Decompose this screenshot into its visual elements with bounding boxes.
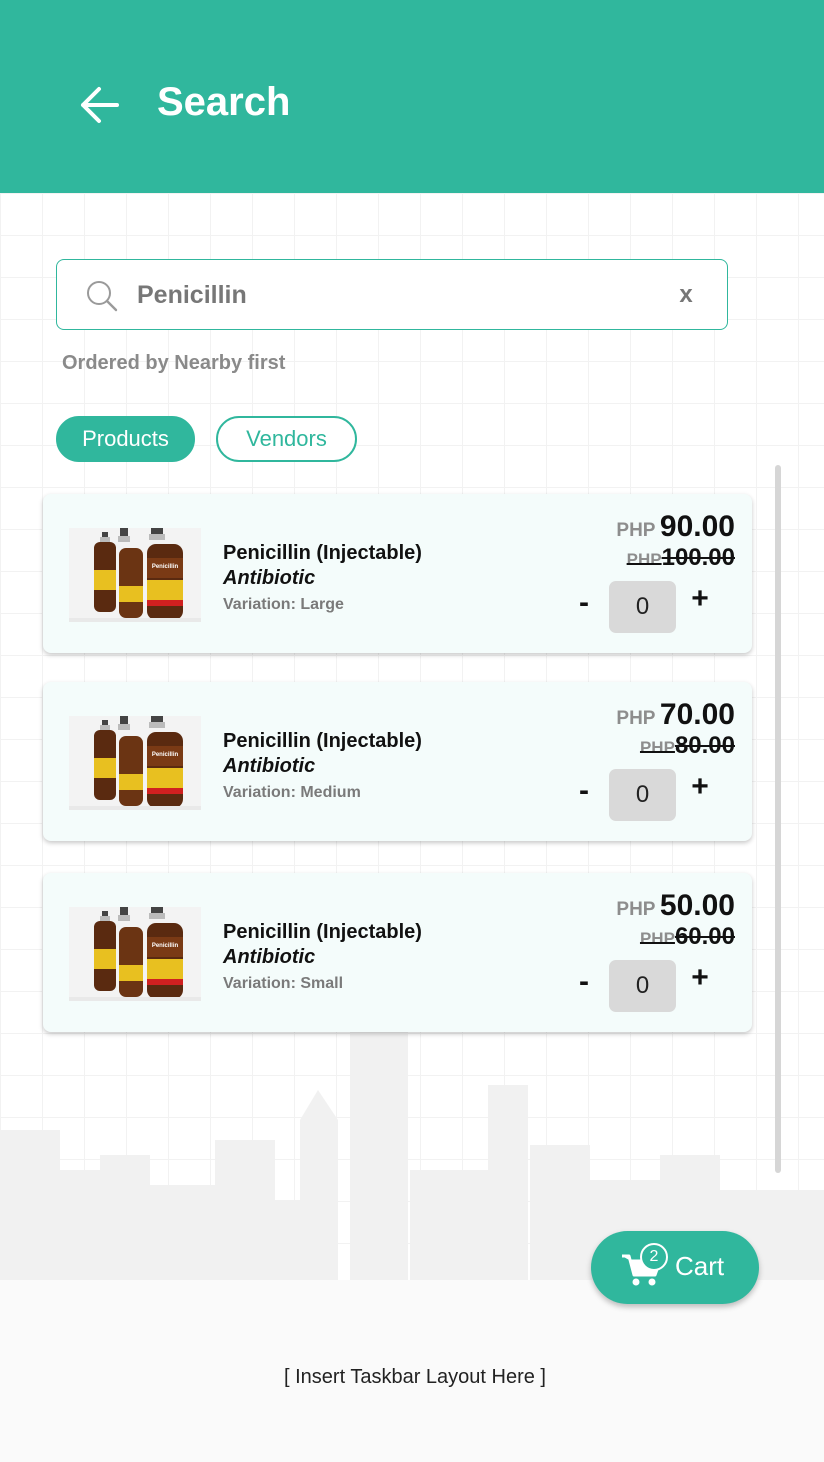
decrease-qty-button[interactable]: - bbox=[571, 967, 597, 1001]
cart-count-badge: 2 bbox=[640, 1243, 668, 1271]
product-card[interactable]: Penicillin Penicillin (Injectable) Antib… bbox=[43, 873, 752, 1032]
product-image: Penicillin bbox=[69, 716, 201, 810]
increase-qty-button[interactable]: + bbox=[686, 963, 714, 997]
product-variation: Variation: Large bbox=[223, 596, 344, 613]
product-category: Antibiotic bbox=[223, 567, 316, 589]
tab-products[interactable]: Products bbox=[56, 416, 195, 462]
page-title: Search bbox=[157, 80, 291, 124]
decrease-qty-button[interactable]: - bbox=[571, 776, 597, 810]
product-image: Penicillin bbox=[69, 528, 201, 622]
search-input[interactable] bbox=[137, 274, 657, 316]
arrow-left-icon bbox=[81, 87, 119, 123]
price-amount: 90.00 bbox=[659, 510, 735, 543]
app-header: Search bbox=[0, 0, 824, 193]
currency-label: PHP bbox=[616, 708, 656, 729]
taskbar-placeholder: [ Insert Taskbar Layout Here ] bbox=[284, 1366, 546, 1388]
scrollbar[interactable] bbox=[775, 465, 781, 1173]
product-category: Antibiotic bbox=[223, 755, 316, 777]
back-button[interactable] bbox=[74, 82, 124, 128]
currency-label: PHP bbox=[626, 550, 662, 569]
product-image: Penicillin bbox=[69, 907, 201, 1001]
quantity-field[interactable]: 0 bbox=[609, 960, 676, 1012]
product-name: Penicillin (Injectable) bbox=[223, 542, 422, 564]
product-name: Penicillin (Injectable) bbox=[223, 921, 422, 943]
original-price: PHP80.00 bbox=[640, 732, 735, 760]
product-card[interactable]: Penicillin Penicillin (Injectable) Antib… bbox=[43, 682, 752, 841]
clear-search-button[interactable]: x bbox=[671, 278, 701, 312]
search-bar: x bbox=[56, 259, 728, 330]
current-price: PHP 70.00 bbox=[616, 698, 735, 732]
decrease-qty-button[interactable]: - bbox=[571, 588, 597, 622]
product-category: Antibiotic bbox=[223, 946, 316, 968]
currency-label: PHP bbox=[639, 929, 675, 948]
currency-label: PHP bbox=[616, 520, 656, 541]
search-icon bbox=[87, 281, 118, 312]
currency-label: PHP bbox=[639, 738, 675, 757]
cart-button[interactable]: Cart bbox=[591, 1231, 759, 1304]
increase-qty-button[interactable]: + bbox=[686, 772, 714, 806]
original-price: PHP100.00 bbox=[627, 544, 735, 572]
cart-label: Cart bbox=[675, 1251, 725, 1281]
current-price: PHP 90.00 bbox=[616, 510, 735, 544]
product-variation: Variation: Small bbox=[223, 975, 344, 992]
bottle-label: Penicillin bbox=[152, 752, 179, 758]
product-name: Penicillin (Injectable) bbox=[223, 730, 422, 752]
quantity-field[interactable]: 0 bbox=[609, 769, 676, 821]
old-price-amount: 80.00 bbox=[674, 732, 735, 759]
current-price: PHP 50.00 bbox=[616, 889, 735, 923]
price-amount: 70.00 bbox=[659, 698, 735, 731]
sort-order-note: Ordered by Nearby first bbox=[62, 352, 286, 374]
old-price-amount: 60.00 bbox=[674, 923, 735, 950]
currency-label: PHP bbox=[616, 899, 656, 920]
old-price-amount: 100.00 bbox=[661, 544, 735, 571]
product-variation: Variation: Medium bbox=[223, 784, 361, 801]
quantity-field[interactable]: 0 bbox=[609, 581, 676, 633]
product-card[interactable]: Penicillin Penicillin (Injectable) Antib… bbox=[43, 494, 752, 653]
bottle-label: Penicillin bbox=[152, 943, 179, 949]
bottle-label: Penicillin bbox=[152, 564, 179, 570]
tab-vendors[interactable]: Vendors bbox=[216, 416, 357, 462]
increase-qty-button[interactable]: + bbox=[686, 584, 714, 618]
original-price: PHP60.00 bbox=[640, 923, 735, 951]
price-amount: 50.00 bbox=[659, 889, 735, 922]
